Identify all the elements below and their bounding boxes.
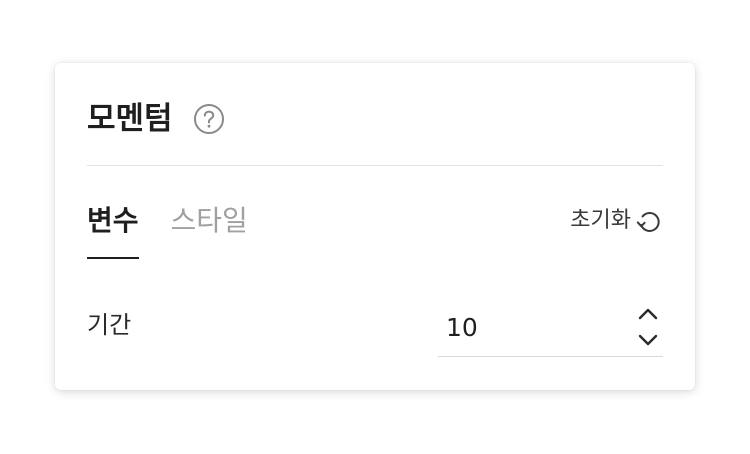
tab-style[interactable]: 스타일 (171, 201, 248, 259)
period-value[interactable]: 10 (446, 310, 478, 346)
question-circle-icon[interactable] (193, 103, 225, 135)
tab-variables[interactable]: 변수 (87, 201, 139, 259)
period-input[interactable]: 10 (438, 300, 663, 357)
header-divider (87, 165, 663, 166)
reset-rotate-icon (633, 206, 663, 236)
chevron-up-icon[interactable] (633, 303, 663, 325)
reset-button[interactable]: 초기화 (570, 203, 663, 239)
period-label: 기간 (87, 311, 132, 339)
tab-bar: 변수 스타일 (87, 201, 280, 259)
panel-title: 모멘텀 (87, 101, 173, 137)
period-stepper (633, 303, 663, 353)
chevron-down-icon[interactable] (633, 329, 663, 351)
reset-label: 초기화 (570, 208, 631, 233)
panel-header: 모멘텀 (87, 99, 225, 139)
momentum-settings-panel: 모멘텀 변수 스타일 초기화 기간 10 (55, 63, 695, 390)
